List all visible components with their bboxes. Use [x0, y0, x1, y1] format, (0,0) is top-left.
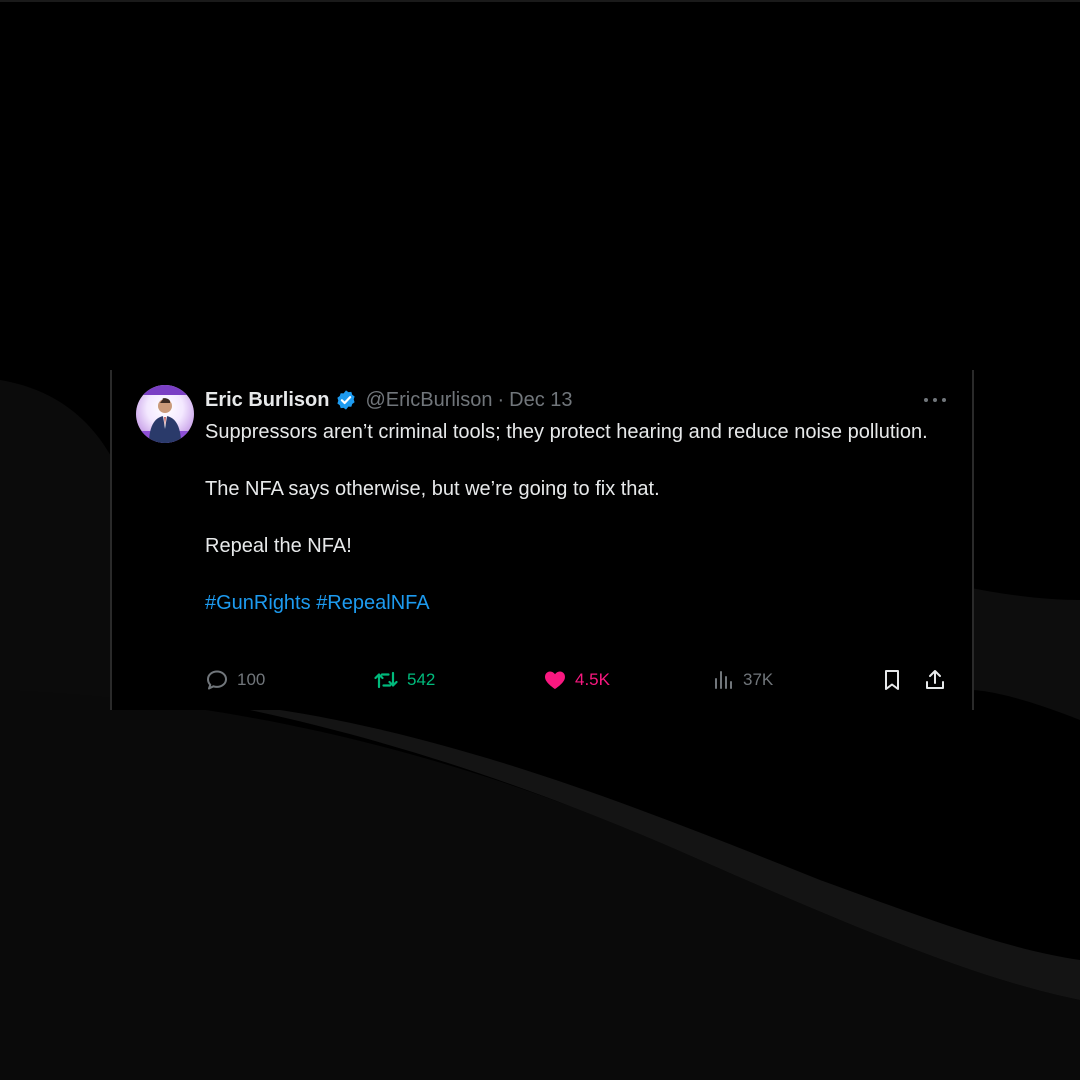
hashtag-link[interactable]: #RepealNFA — [316, 592, 429, 614]
tweet-paragraph: Repeal the NFA! — [205, 535, 352, 557]
share-icon — [923, 668, 947, 692]
heart-icon — [543, 668, 567, 692]
hashtag-link[interactable]: #GunRights — [205, 592, 311, 614]
tweet-card[interactable]: Eric Burlison @EricBurlison · Dec 13 Sup… — [110, 370, 974, 710]
tweet-text: Suppressors aren’t criminal tools; they … — [205, 418, 945, 646]
more-options-icon[interactable] — [922, 388, 948, 412]
tweet-paragraph: The NFA says otherwise, but we’re going … — [205, 478, 660, 500]
share-button[interactable] — [923, 666, 947, 694]
post-date[interactable]: Dec 13 — [509, 388, 572, 412]
bookmark-button[interactable] — [881, 666, 903, 694]
hashtag-line: #GunRights #RepealNFA — [205, 589, 945, 618]
tweet-actions: 100 542 4.5K 37K — [205, 666, 955, 694]
bookmark-icon — [881, 668, 903, 692]
views-count: 37K — [743, 670, 774, 689]
tweet-paragraph: Suppressors aren’t criminal tools; they … — [205, 421, 928, 443]
repost-button[interactable]: 542 — [373, 666, 435, 694]
tweet-header: Eric Burlison @EricBurlison · Dec 13 — [205, 388, 573, 412]
author-name[interactable]: Eric Burlison — [205, 388, 329, 412]
repost-icon — [373, 668, 399, 692]
like-button[interactable]: 4.5K — [543, 666, 610, 694]
avatar[interactable] — [136, 385, 194, 443]
like-count: 4.5K — [575, 670, 610, 689]
verified-badge-icon — [335, 389, 357, 411]
reply-icon — [205, 668, 229, 692]
reply-button[interactable]: 100 — [205, 666, 265, 694]
views-button[interactable]: 37K — [713, 666, 773, 694]
repost-count: 542 — [407, 670, 436, 689]
views-chart-icon — [713, 668, 735, 692]
author-handle[interactable]: @EricBurlison — [365, 388, 492, 412]
header-separator: · — [497, 389, 505, 411]
reply-count: 100 — [237, 670, 266, 689]
